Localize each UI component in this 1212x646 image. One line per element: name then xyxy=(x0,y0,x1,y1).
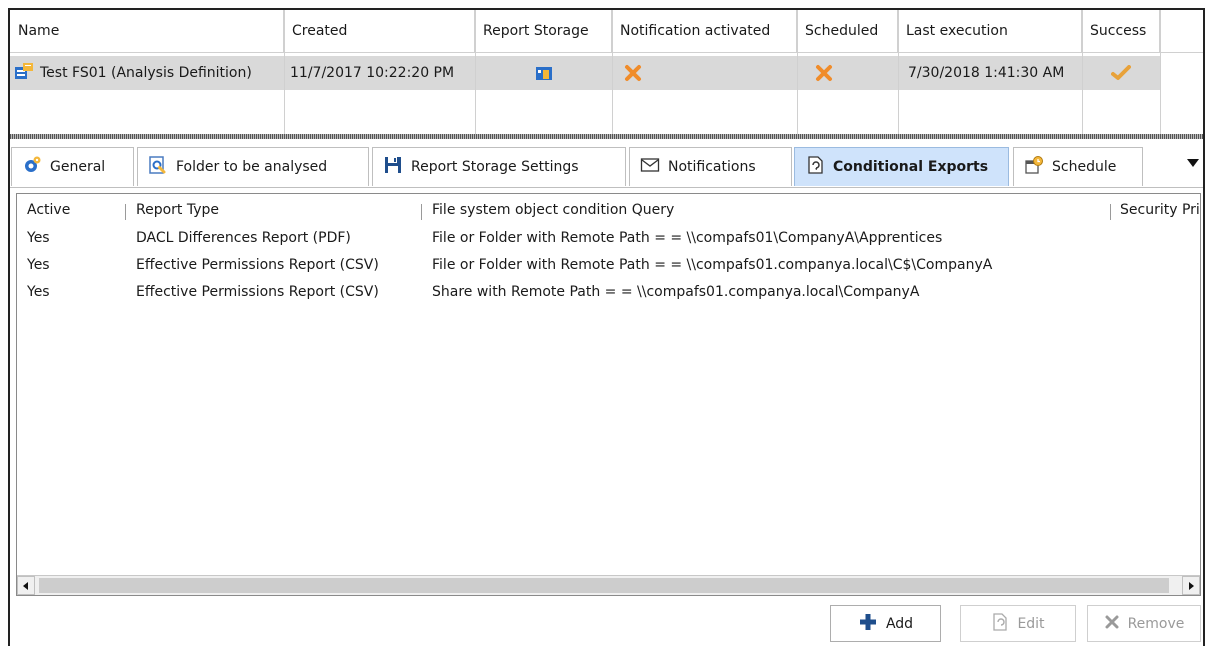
gear-icon xyxy=(22,155,42,179)
column-header-query[interactable]: File system object condition Query xyxy=(432,202,674,222)
column-header-security-principal[interactable]: Security Pri xyxy=(1120,202,1200,222)
cell-report-type: DACL Differences Report (PDF) xyxy=(136,230,351,246)
plus-icon xyxy=(858,612,878,636)
tab-label: General xyxy=(50,159,106,175)
x-icon xyxy=(797,56,898,90)
scroll-left-icon[interactable] xyxy=(17,576,35,595)
row-name-cell: Test FS01 (Analysis Definition) xyxy=(10,56,284,90)
check-icon xyxy=(1082,56,1160,90)
definitions-grid: Name Created Report Storage Notification… xyxy=(10,10,1203,134)
tab-label: Schedule xyxy=(1052,159,1117,175)
remove-button[interactable]: Remove xyxy=(1087,605,1201,642)
column-separator[interactable] xyxy=(1110,204,1111,220)
column-header-success[interactable]: Success xyxy=(1082,10,1160,52)
column-divider xyxy=(475,10,476,134)
column-header-report-type[interactable]: Report Type xyxy=(136,202,219,222)
column-header-report-storage[interactable]: Report Storage xyxy=(475,10,612,52)
analysis-definition-icon xyxy=(14,62,34,84)
folder-search-icon xyxy=(148,155,168,179)
cell-report-type: Effective Permissions Report (CSV) xyxy=(136,257,379,273)
column-divider xyxy=(612,10,613,134)
cell-query: File or Folder with Remote Path = = \\co… xyxy=(432,230,943,246)
x-icon xyxy=(612,56,797,90)
conditional-exports-list[interactable]: Active Report Type File system object co… xyxy=(16,193,1201,596)
column-header-created[interactable]: Created xyxy=(284,10,475,52)
add-button-label: Add xyxy=(885,615,914,632)
tab-overflow-dropdown-icon[interactable] xyxy=(1185,157,1201,171)
column-header-name[interactable]: Name xyxy=(10,10,284,52)
row-created: 11/7/2017 10:22:20 PM xyxy=(290,65,455,81)
tab-schedule[interactable]: Schedule xyxy=(1013,147,1143,186)
tab-label: Notifications xyxy=(668,159,756,175)
close-icon xyxy=(1104,614,1120,634)
tab-label: Conditional Exports xyxy=(833,159,989,175)
tab-baseline xyxy=(10,187,1203,188)
column-divider xyxy=(797,10,798,134)
schedule-icon xyxy=(1024,155,1044,179)
envelope-icon xyxy=(640,157,660,177)
report-storage-icon xyxy=(475,56,612,90)
add-button[interactable]: Add xyxy=(830,605,941,642)
window-frame: Name Created Report Storage Notification… xyxy=(8,8,1205,646)
tab-notifications[interactable]: Notifications xyxy=(629,147,792,186)
scrollbar-thumb[interactable] xyxy=(39,578,1169,593)
tab-folder-to-be-analysed[interactable]: Folder to be analysed xyxy=(137,147,369,186)
grid-header: Name Created Report Storage Notification… xyxy=(10,10,1203,53)
floppy-icon xyxy=(383,155,403,179)
tab-label: Report Storage Settings xyxy=(411,159,579,175)
row-name: Test FS01 (Analysis Definition) xyxy=(40,65,252,81)
scroll-right-icon[interactable] xyxy=(1182,576,1200,595)
column-header-active[interactable]: Active xyxy=(27,202,70,222)
edit-button[interactable]: Edit xyxy=(960,605,1076,642)
column-divider xyxy=(284,10,285,134)
tab-report-storage-settings[interactable]: Report Storage Settings xyxy=(372,147,626,186)
column-header-scheduled[interactable]: Scheduled xyxy=(797,10,898,52)
remove-button-label: Remove xyxy=(1127,615,1185,632)
tab-conditional-exports[interactable]: Conditional Exports xyxy=(794,147,1009,186)
horizontal-scrollbar[interactable] xyxy=(17,575,1200,595)
column-header-notification[interactable]: Notification activated xyxy=(612,10,797,52)
column-divider xyxy=(898,10,899,134)
cell-report-type: Effective Permissions Report (CSV) xyxy=(136,284,379,300)
export-icon xyxy=(805,155,825,179)
empty-row xyxy=(10,90,1160,134)
edit-icon xyxy=(991,612,1009,636)
column-header-last-execution[interactable]: Last execution xyxy=(898,10,1082,52)
row-last-execution: 7/30/2018 1:41:30 AM xyxy=(908,65,1065,81)
cell-query: Share with Remote Path = = \\compafs01.c… xyxy=(432,284,920,300)
tab-label: Folder to be analysed xyxy=(176,159,328,175)
cell-active: Yes xyxy=(27,230,50,246)
edit-button-label: Edit xyxy=(1017,615,1045,632)
tab-strip: General Folder to be analysed Report Sto… xyxy=(10,143,1203,187)
cell-query: File or Folder with Remote Path = = \\co… xyxy=(432,257,993,273)
splitter[interactable] xyxy=(10,134,1203,139)
cell-active: Yes xyxy=(27,284,50,300)
column-divider xyxy=(1160,10,1161,134)
column-separator[interactable] xyxy=(125,204,126,220)
column-separator[interactable] xyxy=(421,204,422,220)
column-divider xyxy=(1082,10,1083,134)
table-row[interactable]: Test FS01 (Analysis Definition) 11/7/201… xyxy=(10,56,1160,90)
cell-active: Yes xyxy=(27,257,50,273)
tab-general[interactable]: General xyxy=(11,147,134,186)
